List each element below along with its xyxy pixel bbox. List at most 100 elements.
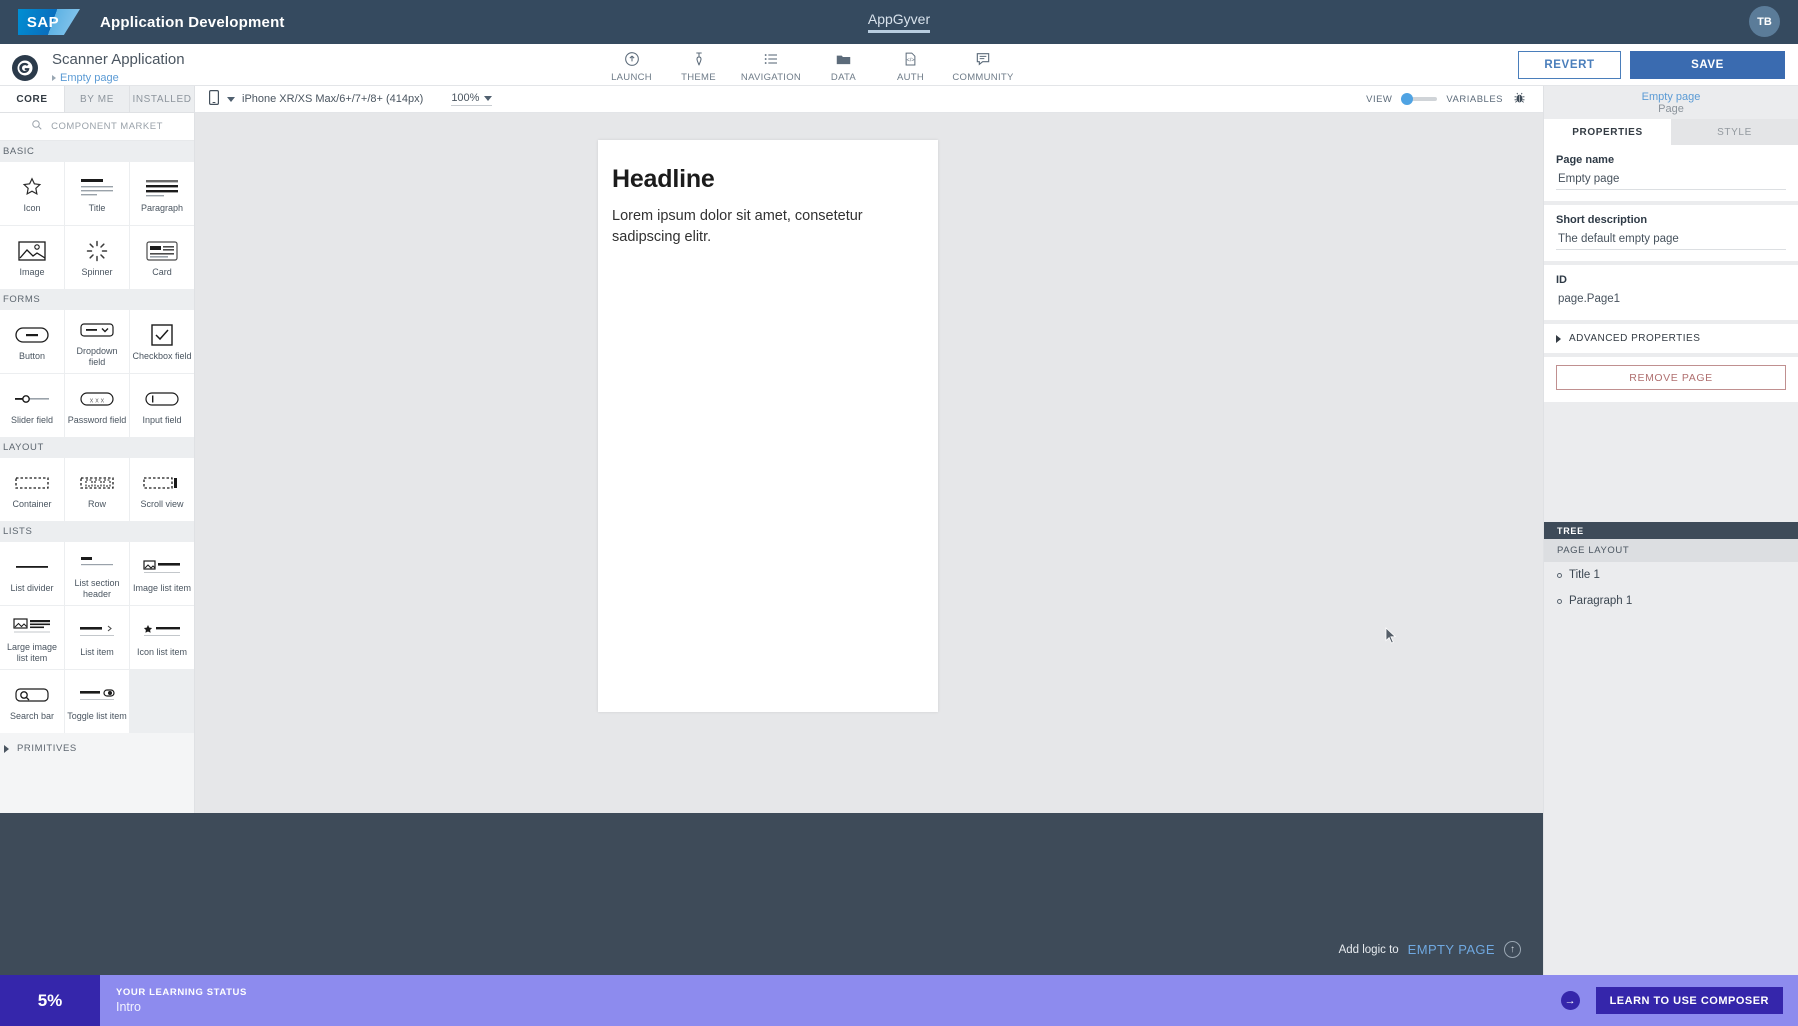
arrow-right-icon[interactable]: → bbox=[1560, 991, 1580, 1010]
appgyver-composer-window: SAP Application Development AppGyver TB … bbox=[0, 0, 1798, 1026]
component-label: Row bbox=[87, 499, 106, 509]
input-icon bbox=[145, 385, 179, 413]
toggle-knob bbox=[1401, 93, 1414, 105]
component-paragraph[interactable]: Paragraph bbox=[130, 162, 194, 225]
component-dropdown-field[interactable]: Dropdown field bbox=[65, 310, 129, 373]
component-search-bar[interactable]: Search bar bbox=[0, 670, 64, 733]
component-label: Title bbox=[88, 203, 106, 213]
component-image[interactable]: Image bbox=[0, 226, 64, 289]
tab-installed[interactable]: INSTALLED bbox=[130, 86, 194, 112]
component-label: Slider field bbox=[10, 415, 54, 425]
tab-by-me[interactable]: BY ME bbox=[65, 86, 130, 112]
save-button[interactable]: SAVE bbox=[1630, 51, 1785, 79]
chevron-right-icon bbox=[4, 744, 9, 753]
list-item-icon bbox=[79, 617, 115, 645]
sap-logo: SAP bbox=[18, 9, 80, 35]
device-selector[interactable]: iPhone XR/XS Max/6+/7+/8+ (414px) bbox=[227, 93, 423, 105]
spinner-icon bbox=[85, 237, 109, 265]
image-icon bbox=[18, 237, 46, 265]
page-name-input[interactable]: Empty page bbox=[1556, 166, 1786, 190]
sap-logo-text: SAP bbox=[26, 13, 60, 31]
learning-status-bar: 5% YOUR LEARNING STATUS Intro → LEARN TO… bbox=[0, 975, 1798, 1026]
component-large-image-list-item[interactable]: Large image list item bbox=[0, 606, 64, 669]
component-input-field[interactable]: Input field bbox=[130, 374, 194, 437]
component-checkbox-field[interactable]: Checkbox field bbox=[130, 310, 194, 373]
component-container[interactable]: Container bbox=[0, 458, 64, 521]
properties-page-name[interactable]: Empty page bbox=[1544, 91, 1798, 103]
component-button[interactable]: Button bbox=[0, 310, 64, 373]
component-card[interactable]: Card bbox=[130, 226, 194, 289]
component-title[interactable]: Title bbox=[65, 162, 129, 225]
zoom-selector[interactable]: 100% bbox=[451, 92, 493, 106]
nav-tool-theme[interactable]: THEME bbox=[665, 44, 732, 83]
component-market-link[interactable]: COMPONENT MARKET bbox=[0, 113, 194, 141]
chevron-right-icon bbox=[1556, 334, 1561, 343]
preview-title[interactable]: Headline bbox=[598, 140, 938, 194]
component-label: Input field bbox=[142, 415, 182, 425]
component-icon-list-item[interactable]: Icon list item bbox=[130, 606, 194, 669]
preview-paragraph[interactable]: Lorem ipsum dolor sit amet, consetetur s… bbox=[598, 194, 938, 248]
tab-core[interactable]: CORE bbox=[0, 86, 65, 112]
tab-style[interactable]: STYLE bbox=[1671, 119, 1798, 145]
phone-preview[interactable]: Headline Lorem ipsum dolor sit amet, con… bbox=[598, 140, 938, 712]
library-tabs: CORE BY ME INSTALLED bbox=[0, 86, 194, 113]
field-short-description: Short description The default empty page bbox=[1544, 205, 1798, 261]
tab-properties[interactable]: PROPERTIES bbox=[1544, 119, 1671, 145]
slider-icon bbox=[14, 385, 50, 413]
remove-page-wrap: REMOVE PAGE bbox=[1544, 357, 1798, 402]
breadcrumb[interactable]: Empty page bbox=[52, 72, 119, 84]
canvas-area[interactable]: Headline Lorem ipsum dolor sit amet, con… bbox=[195, 113, 1543, 813]
component-grid-layout: Container Row Scroll view bbox=[0, 458, 194, 521]
search-bar-icon bbox=[15, 681, 49, 709]
revert-button[interactable]: REVERT bbox=[1518, 51, 1621, 79]
tree-item-title-1[interactable]: Title 1 bbox=[1544, 562, 1798, 588]
component-toggle-list-item[interactable]: Toggle list item bbox=[65, 670, 129, 733]
toggle-list-item-icon bbox=[79, 681, 115, 709]
learn-to-use-composer-button[interactable]: LEARN TO USE COMPOSER bbox=[1595, 987, 1783, 1014]
arrow-up-circle-icon[interactable]: ↑ bbox=[1504, 941, 1521, 958]
component-password-field[interactable]: x x x Password field bbox=[65, 374, 129, 437]
view-variables-toggle[interactable] bbox=[1401, 93, 1438, 105]
advanced-properties-toggle[interactable]: ADVANCED PROPERTIES bbox=[1544, 324, 1798, 353]
component-grid-forms: Button Dropdown field Checkbox field Sli… bbox=[0, 310, 194, 437]
svg-text:</>: </> bbox=[906, 58, 914, 64]
primitives-section-toggle[interactable]: PRIMITIVES bbox=[0, 733, 194, 754]
tab-appgyver[interactable]: AppGyver bbox=[867, 11, 931, 33]
remove-page-button[interactable]: REMOVE PAGE bbox=[1556, 365, 1786, 390]
password-icon: x x x bbox=[80, 385, 114, 413]
nav-tool-community[interactable]: COMMUNITY bbox=[944, 44, 1022, 83]
breadcrumb-label: Empty page bbox=[60, 72, 119, 84]
card-icon bbox=[146, 237, 178, 265]
nav-tool-data[interactable]: DATA bbox=[810, 44, 877, 83]
dropdown-icon bbox=[80, 316, 114, 344]
component-list-section-header[interactable]: List section header bbox=[65, 542, 129, 605]
component-list-item[interactable]: List item bbox=[65, 606, 129, 669]
appgyver-logo-icon[interactable] bbox=[12, 55, 38, 81]
data-icon bbox=[835, 50, 852, 68]
component-row[interactable]: Row bbox=[65, 458, 129, 521]
navigation-icon bbox=[763, 50, 779, 68]
nav-tool-navigation[interactable]: NAVIGATION bbox=[732, 44, 810, 83]
component-label: Paragraph bbox=[140, 203, 184, 213]
component-market-label: COMPONENT MARKET bbox=[51, 121, 163, 132]
component-list-divider[interactable]: List divider bbox=[0, 542, 64, 605]
avatar[interactable]: TB bbox=[1749, 6, 1780, 37]
nav-tool-auth[interactable]: </> AUTH bbox=[877, 44, 944, 83]
component-scroll-view[interactable]: Scroll view bbox=[130, 458, 194, 521]
nav-tool-launch[interactable]: LAUNCH bbox=[598, 44, 665, 83]
short-description-input[interactable]: The default empty page bbox=[1556, 226, 1786, 250]
component-slider-field[interactable]: Slider field bbox=[0, 374, 64, 437]
add-logic-group: Add logic to EMPTY PAGE ↑ bbox=[1339, 941, 1521, 958]
scrollview-icon bbox=[143, 469, 181, 497]
chevron-down-icon bbox=[484, 95, 493, 101]
field-label: Short description bbox=[1556, 214, 1648, 226]
bug-icon[interactable] bbox=[1512, 91, 1527, 108]
search-icon bbox=[31, 118, 43, 136]
add-logic-target[interactable]: EMPTY PAGE bbox=[1408, 942, 1495, 957]
tree-item-paragraph-1[interactable]: Paragraph 1 bbox=[1544, 588, 1798, 614]
component-spinner[interactable]: Spinner bbox=[65, 226, 129, 289]
auth-icon: </> bbox=[903, 50, 918, 68]
component-image-list-item[interactable]: Image list item bbox=[130, 542, 194, 605]
component-icon[interactable]: Icon bbox=[0, 162, 64, 225]
field-label: ID bbox=[1556, 274, 1567, 286]
